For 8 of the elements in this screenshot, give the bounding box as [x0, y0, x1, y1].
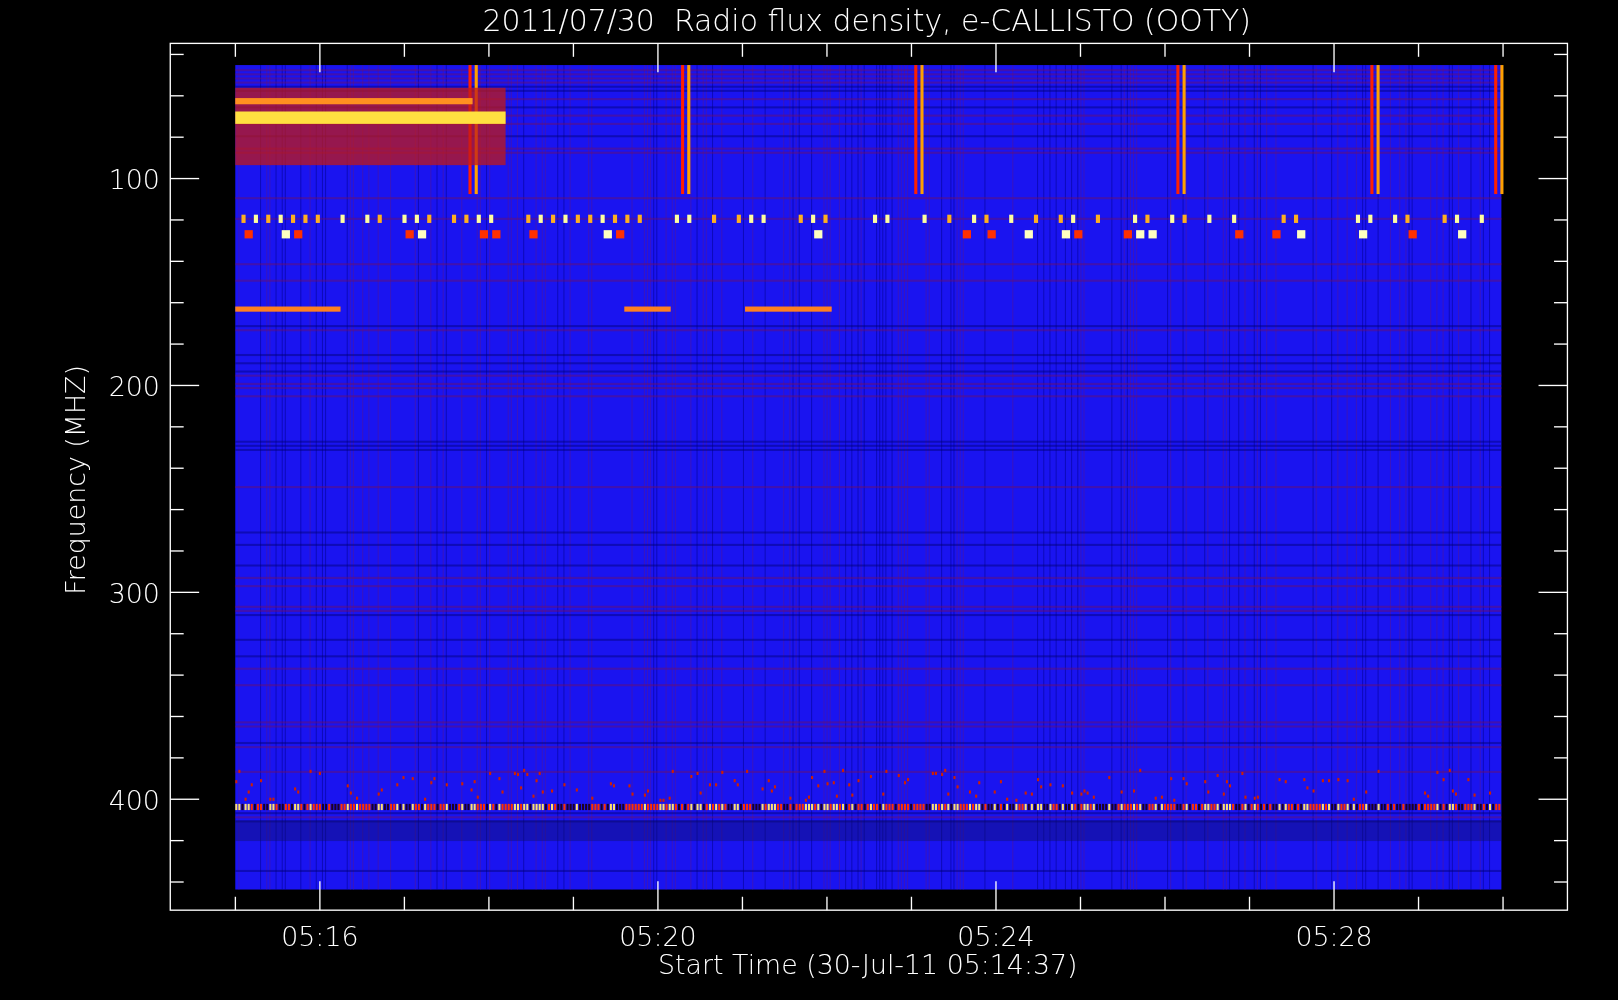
- chart-title: 2011/07/30 Radio flux density, e-CALLISTO (OOTY): [482, 3, 1252, 38]
- x-tick-label: 05:16: [281, 921, 359, 953]
- x-tick-label: 05:28: [1295, 921, 1373, 953]
- y-tick-label: 300: [108, 577, 160, 609]
- y-tick-label: 200: [108, 370, 160, 402]
- y-axis-label: Frequency (MHZ): [59, 365, 91, 595]
- y-tick-label: 100: [108, 163, 160, 195]
- y-tick-label: 400: [108, 784, 160, 816]
